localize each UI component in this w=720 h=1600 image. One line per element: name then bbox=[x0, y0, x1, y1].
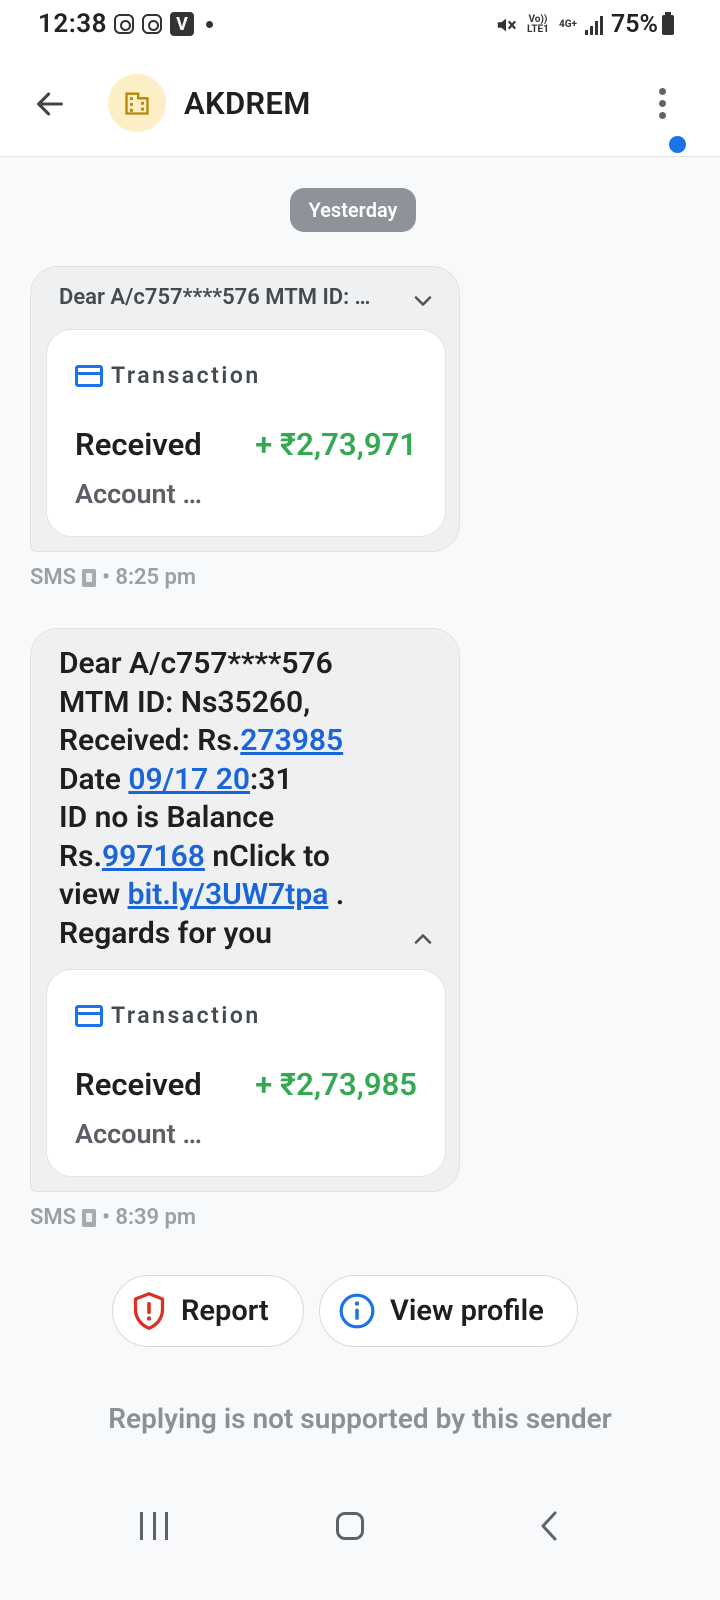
back-button[interactable] bbox=[30, 84, 70, 124]
message-line: MTM ID: Ns35260, bbox=[59, 684, 344, 723]
card-header: Transaction bbox=[75, 362, 261, 389]
system-icons: Vo)) LTE1 4G+ 75% bbox=[495, 10, 674, 39]
status-time: 12:38 bbox=[38, 9, 107, 39]
message-text: ID no is Balance bbox=[59, 800, 275, 835]
system-nav-bar bbox=[0, 1480, 720, 1600]
transaction-status: Received bbox=[75, 426, 202, 463]
message-text: Date bbox=[59, 761, 129, 797]
message-bubble[interactable]: Dear A/c757****576 MTM ID: … Transaction… bbox=[30, 266, 460, 552]
message-link[interactable]: 997168 bbox=[102, 839, 205, 874]
card-title: Transaction bbox=[111, 1002, 261, 1029]
volte-label: Vo)) LTE1 bbox=[527, 13, 549, 35]
message-line: Received: Rs.273985 bbox=[59, 722, 344, 761]
home-button[interactable] bbox=[336, 1512, 364, 1540]
message-link[interactable]: 09/17 20 bbox=[128, 762, 250, 797]
transaction-account: Account … bbox=[75, 1118, 202, 1150]
status-bar: 12:38 V Vo)) LTE1 4G+ 75% bbox=[0, 0, 720, 52]
transaction-status: Received bbox=[75, 1066, 202, 1103]
view-profile-label: View profile bbox=[390, 1294, 544, 1328]
message-time: • 8:39 pm bbox=[102, 1205, 197, 1230]
channel-label: SMS bbox=[30, 1205, 77, 1230]
transaction-amount: + ₹2,73,971 bbox=[255, 426, 417, 463]
report-label: Report bbox=[181, 1294, 269, 1328]
message-text: . bbox=[328, 877, 345, 912]
message-line: Date 09/17 20:31 bbox=[59, 761, 344, 800]
nav-back-icon[interactable] bbox=[538, 1510, 560, 1542]
report-button[interactable]: Report bbox=[112, 1275, 304, 1347]
recents-button[interactable] bbox=[140, 1512, 168, 1540]
credit-card-icon bbox=[75, 1004, 103, 1027]
credit-card-icon bbox=[75, 364, 103, 387]
card-title: Transaction bbox=[111, 362, 261, 389]
dot-icon bbox=[206, 20, 213, 28]
battery-icon bbox=[662, 11, 674, 35]
view-profile-button[interactable]: View profile bbox=[319, 1275, 578, 1347]
signal-icon bbox=[584, 15, 603, 35]
instagram-icon bbox=[114, 14, 134, 34]
building-icon bbox=[125, 92, 149, 115]
message-text: Received: Rs. bbox=[59, 723, 241, 758]
message-time: • 8:25 pm bbox=[102, 565, 197, 590]
message-text: Rs. bbox=[59, 838, 103, 874]
message-line: Rs.997168 nClick to bbox=[59, 838, 344, 877]
message-text: nClick to bbox=[204, 838, 330, 874]
channel-label: SMS bbox=[30, 565, 77, 590]
sim-icon bbox=[82, 1208, 97, 1227]
reply-not-supported-note: Replying is not supported by this sender bbox=[108, 1402, 612, 1435]
transaction-amount: + ₹2,73,985 bbox=[255, 1066, 417, 1103]
arrow-back-icon bbox=[37, 92, 63, 116]
message-line: Dear A/c757****576 bbox=[59, 645, 344, 684]
notification-icons: V bbox=[114, 12, 213, 36]
app-bar: AKDREM bbox=[0, 52, 720, 157]
message-line: Regards for you bbox=[59, 915, 344, 954]
chevron-down-icon[interactable] bbox=[409, 287, 437, 315]
message-bubble[interactable]: Dear A/c757****576 MTM ID: Ns35260, Receiv… bbox=[30, 628, 460, 1192]
message-link[interactable]: 273985 bbox=[240, 723, 343, 758]
transaction-card[interactable]: Transaction Received + ₹2,73,985 Account… bbox=[46, 969, 446, 1177]
avatar[interactable] bbox=[108, 74, 166, 132]
message-text: view bbox=[59, 877, 128, 912]
shield-alert-icon bbox=[133, 1292, 165, 1330]
notification-badge bbox=[669, 136, 686, 153]
more-options-button[interactable] bbox=[650, 82, 676, 126]
transaction-card[interactable]: Transaction Received + ₹2,73,971 Account… bbox=[46, 329, 446, 537]
sender-name[interactable]: AKDREM bbox=[184, 85, 311, 122]
date-chip: Yesterday bbox=[290, 188, 416, 232]
message-text: MTM ID: Ns35260, bbox=[59, 684, 311, 720]
message-text: :31 bbox=[250, 761, 293, 797]
chevron-up-icon[interactable] bbox=[409, 925, 437, 953]
network-gen-label: 4G+ bbox=[558, 18, 577, 30]
message-text: Dear A/c757****576 bbox=[59, 646, 333, 681]
sim-icon bbox=[82, 568, 97, 587]
message-line: view bit.ly/3UW7tpa . bbox=[59, 876, 344, 915]
message-body: Dear A/c757****576 MTM ID: Ns35260, Receiv… bbox=[59, 645, 344, 953]
message-line: ID no is Balance bbox=[59, 799, 344, 838]
message-meta: SMS • 8:25 pm bbox=[30, 565, 196, 590]
battery-percent: 75% bbox=[610, 10, 658, 39]
message-text: Regards for you bbox=[59, 915, 272, 951]
instagram-icon bbox=[142, 14, 162, 34]
message-preview: Dear A/c757****576 MTM ID: … bbox=[59, 285, 371, 310]
message-meta: SMS • 8:39 pm bbox=[30, 1205, 196, 1230]
message-link[interactable]: bit.ly/3UW7tpa bbox=[128, 877, 329, 912]
mute-icon bbox=[497, 18, 516, 31]
vpn-v-icon: V bbox=[170, 12, 194, 36]
transaction-account: Account … bbox=[75, 478, 202, 510]
info-icon bbox=[339, 1293, 375, 1329]
card-header: Transaction bbox=[75, 1002, 261, 1029]
